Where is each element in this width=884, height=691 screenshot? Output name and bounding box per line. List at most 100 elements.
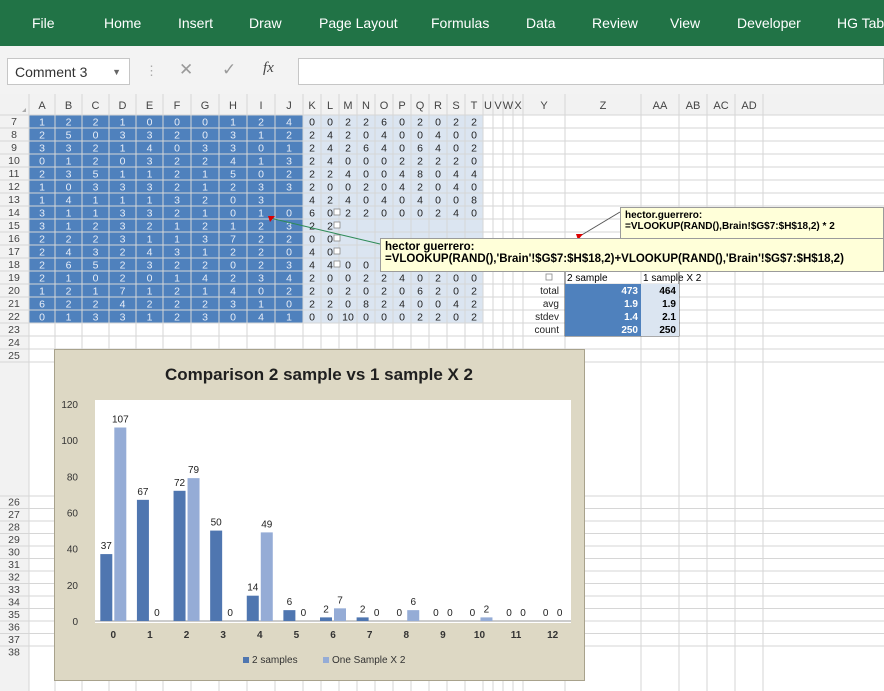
cell-value[interactable]: 2: [453, 117, 459, 129]
cell-value[interactable]: 1: [147, 195, 153, 207]
cell-value[interactable]: 2: [174, 260, 180, 272]
cell-value[interactable]: 2: [286, 130, 292, 142]
cell-value[interactable]: 2: [174, 156, 180, 168]
cell-value[interactable]: 2: [399, 156, 405, 168]
cell-value[interactable]: 1: [258, 208, 264, 220]
row-header[interactable]: 35: [8, 609, 20, 621]
cell-value[interactable]: 0: [435, 182, 441, 194]
cell-value[interactable]: 4: [381, 130, 387, 142]
cell-value[interactable]: 2: [345, 286, 351, 298]
checkbox[interactable]: [333, 260, 341, 268]
column-header[interactable]: A: [38, 100, 46, 112]
row-header[interactable]: 10: [8, 155, 20, 167]
cell-value[interactable]: 3: [258, 195, 264, 207]
cell-value[interactable]: 0: [453, 312, 459, 324]
cell-value[interactable]: 2: [258, 117, 264, 129]
column-header[interactable]: M: [343, 100, 352, 112]
cell-value[interactable]: 2: [363, 182, 369, 194]
cell-value[interactable]: 0: [345, 182, 351, 194]
cell-value[interactable]: 0: [327, 117, 333, 129]
cell-value[interactable]: 4: [202, 273, 208, 285]
cell-value[interactable]: 0: [93, 130, 99, 142]
cell-value[interactable]: 0: [174, 143, 180, 155]
cell-value[interactable]: 4: [230, 156, 236, 168]
cell-value[interactable]: 4: [381, 143, 387, 155]
row-header[interactable]: 11: [9, 168, 20, 180]
cell-value[interactable]: 2: [230, 273, 236, 285]
row-header[interactable]: 37: [8, 634, 20, 646]
cell-value[interactable]: 0: [363, 130, 369, 142]
bar[interactable]: [136, 499, 149, 621]
bar[interactable]: [173, 490, 186, 621]
cell-value[interactable]: 2: [93, 234, 99, 246]
cell-value[interactable]: 3: [147, 130, 153, 142]
row-header[interactable]: 16: [8, 233, 20, 245]
summary-row-label[interactable]: avg: [543, 299, 559, 310]
cell-value[interactable]: 4: [453, 299, 459, 311]
column-header[interactable]: AB: [686, 100, 701, 112]
cell-value[interactable]: 4: [453, 182, 459, 194]
cell-value[interactable]: 0: [66, 182, 72, 194]
cell-value[interactable]: 1: [230, 221, 236, 233]
cell-value[interactable]: 1: [66, 208, 72, 220]
cell-value[interactable]: 4: [147, 143, 153, 155]
cell-value[interactable]: 1: [39, 182, 45, 194]
row-header[interactable]: 12: [8, 181, 20, 193]
bar[interactable]: [334, 608, 346, 621]
tab-insert[interactable]: Insert: [178, 15, 213, 31]
cell-value[interactable]: 0: [417, 299, 423, 311]
cell-value[interactable]: 0: [327, 182, 333, 194]
row-header[interactable]: 25: [8, 350, 20, 362]
cell-value[interactable]: 0: [202, 130, 208, 142]
cell-value[interactable]: 0: [230, 260, 236, 272]
chevron-down-icon[interactable]: ▼: [112, 59, 121, 86]
chart-area[interactable]: Comparison 2 sample vs 1 sample X 2 0 20 40…: [54, 349, 585, 681]
cell-value[interactable]: 0: [230, 195, 236, 207]
cell-value[interactable]: 0: [258, 143, 264, 155]
row-header[interactable]: 38: [8, 647, 20, 659]
cell-value[interactable]: 2: [309, 143, 315, 155]
cell-value[interactable]: 0: [202, 117, 208, 129]
cell-value[interactable]: 0: [327, 234, 333, 246]
cell-value[interactable]: 1: [174, 273, 180, 285]
cell-value[interactable]: 8: [471, 195, 477, 207]
row-header[interactable]: 19: [8, 272, 20, 284]
cell-value[interactable]: 7: [120, 286, 126, 298]
cell-value[interactable]: 0: [471, 130, 477, 142]
cell-value[interactable]: 0: [381, 208, 387, 220]
cell-value[interactable]: 4: [327, 156, 333, 168]
summary-value[interactable]: 473: [621, 286, 638, 297]
cell-value[interactable]: 2: [39, 234, 45, 246]
cell-value[interactable]: 0: [453, 143, 459, 155]
cell-value[interactable]: 4: [309, 260, 315, 272]
cell-value[interactable]: 7: [230, 234, 236, 246]
bar[interactable]: [246, 595, 259, 621]
cell-value[interactable]: 1: [66, 312, 72, 324]
row-header[interactable]: 34: [8, 597, 20, 609]
cell-value[interactable]: 0: [417, 273, 423, 285]
cell-value[interactable]: 3: [230, 130, 236, 142]
cell-value[interactable]: 0: [93, 273, 99, 285]
cell-value[interactable]: 3: [93, 312, 99, 324]
cell-value[interactable]: 2: [202, 260, 208, 272]
bar[interactable]: [480, 617, 493, 621]
cell-value[interactable]: 0: [363, 286, 369, 298]
cell-value[interactable]: 1: [286, 312, 292, 324]
cell-value[interactable]: 3: [147, 182, 153, 194]
cell-value[interactable]: 4: [345, 195, 351, 207]
cell-value[interactable]: 2: [309, 182, 315, 194]
cell-value[interactable]: 3: [120, 208, 126, 220]
cell-value[interactable]: 2: [471, 286, 477, 298]
cell-value[interactable]: 4: [417, 195, 423, 207]
cell-value[interactable]: 2: [453, 156, 459, 168]
cell-value[interactable]: 2: [147, 299, 153, 311]
cell-value[interactable]: 1: [120, 117, 126, 129]
summary-value[interactable]: 1.9: [624, 299, 638, 310]
cell-value[interactable]: 2: [120, 247, 126, 259]
cell-value[interactable]: 3: [120, 221, 126, 233]
cell-value[interactable]: 2: [202, 195, 208, 207]
row-header[interactable]: 31: [8, 559, 20, 571]
cell-value[interactable]: 0: [417, 208, 423, 220]
cell-value[interactable]: 3: [174, 247, 180, 259]
cell-value[interactable]: 0: [230, 312, 236, 324]
